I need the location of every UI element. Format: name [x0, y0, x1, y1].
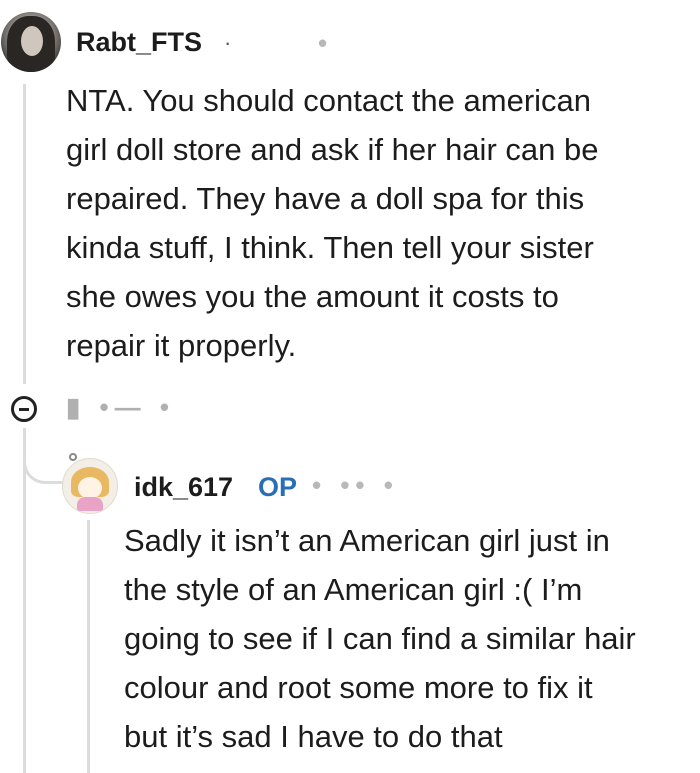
avatar-face [78, 477, 102, 499]
reply-body: Sadly it isn’t an American girl just in … [124, 516, 700, 761]
comment-timestamp-blurred: • [318, 28, 334, 58]
reply-timestamp-blurred: • •• • [312, 470, 399, 500]
comment-line: she owes you the amount it costs to [66, 279, 559, 314]
comment-meta-separator: · [224, 30, 232, 55]
op-badge: OP [258, 472, 298, 502]
reply-connector [23, 448, 63, 484]
comment-line: repair it properly. [66, 328, 297, 363]
comment-line: girl doll store and ask if her hair can … [66, 132, 599, 167]
comment-line: repaired. They have a doll spa for this [66, 181, 585, 216]
comment-line: kinda stuff, I think. Then tell your sis… [66, 230, 594, 265]
reply-line: going to see if I can find a similar hai… [124, 621, 636, 656]
comment-line: NTA. You should contact the american [66, 83, 592, 118]
avatar-body [77, 497, 103, 511]
reply-line: Sadly it isn’t an American girl just in [124, 523, 610, 558]
comment-body: NTA. You should contact the american gir… [66, 76, 696, 370]
reply-line: the style of an American girl :( I’m [124, 572, 583, 607]
reply-username[interactable]: idk_617 [134, 472, 233, 503]
avatar[interactable] [1, 12, 61, 72]
comment-username[interactable]: Rabt_FTS [76, 27, 202, 58]
thread-line[interactable] [23, 84, 26, 384]
reply-line: but it’s sad I have to do that [124, 719, 503, 754]
avatar[interactable] [62, 458, 118, 514]
collapse-thread-icon[interactable] [11, 396, 37, 422]
avatar-face [21, 26, 43, 56]
comment-actions-blurred: ▮ •— • [66, 392, 175, 422]
thread-line-reply[interactable] [23, 428, 26, 773]
avatar-antenna-icon [69, 453, 77, 461]
reply-thread-line[interactable] [87, 520, 90, 773]
reply-line: colour and root some more to fix it [124, 670, 593, 705]
